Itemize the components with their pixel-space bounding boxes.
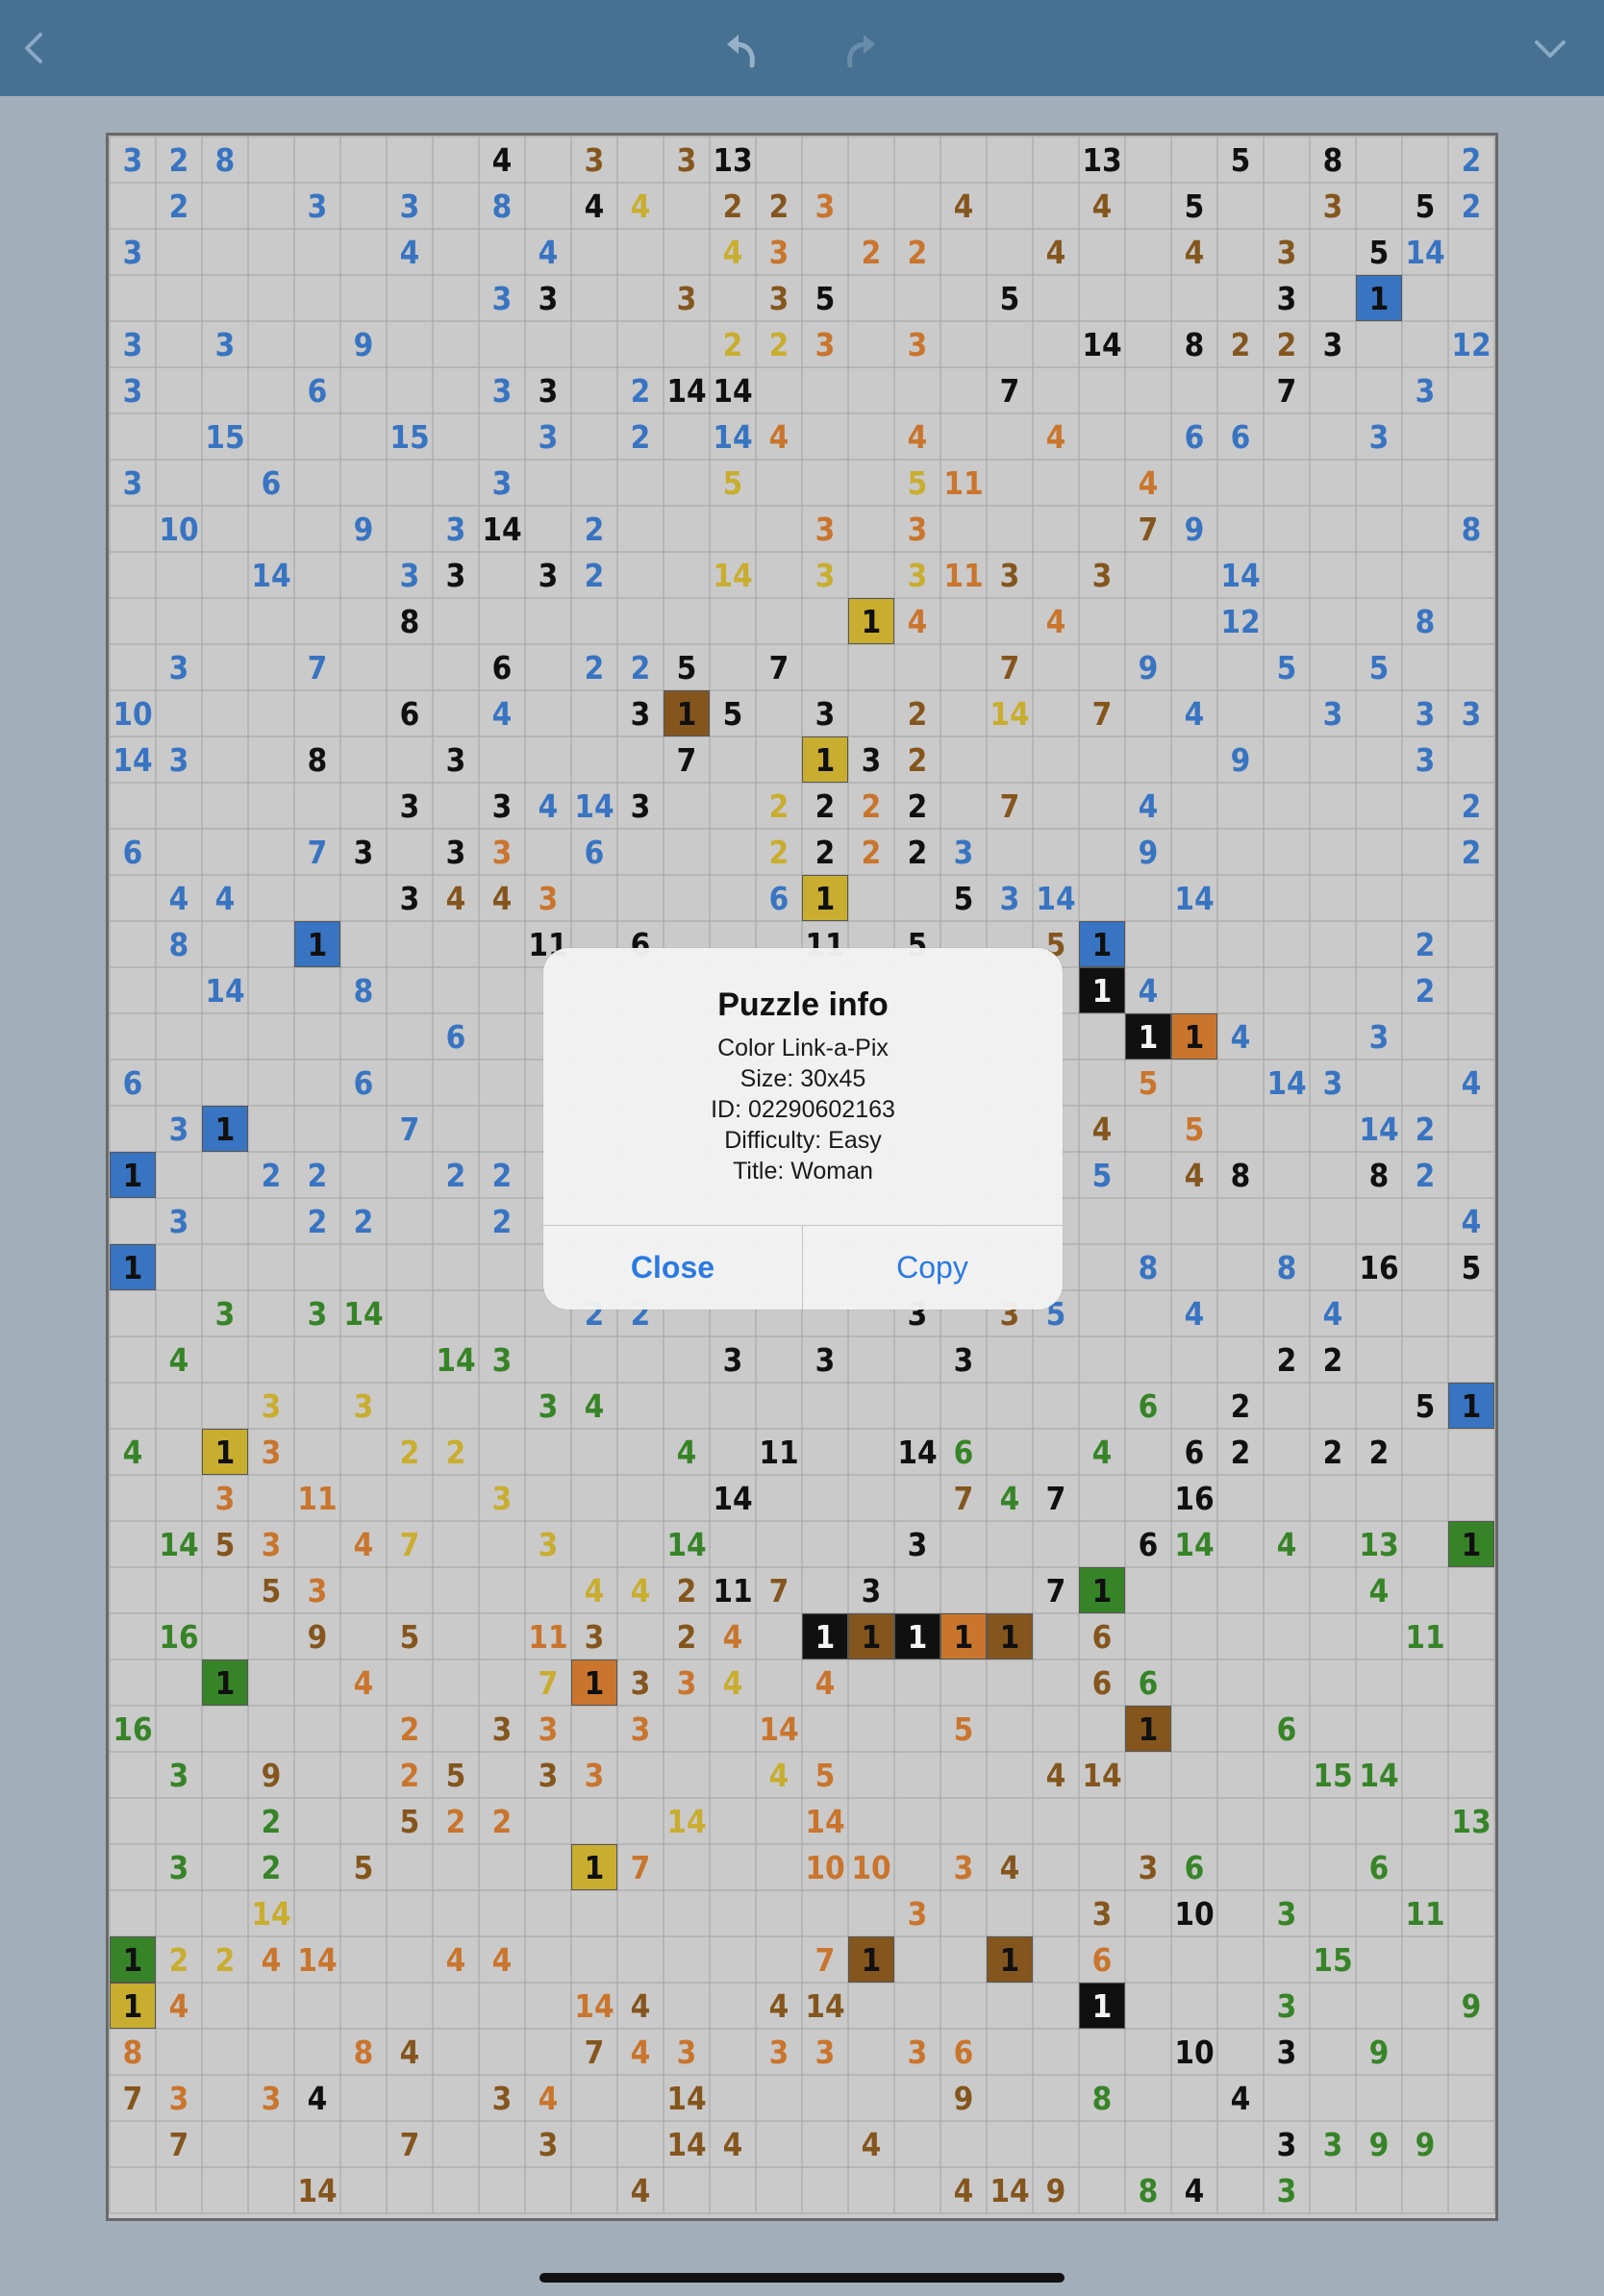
dialog-info-lines: Color Link-a-Pix Size: 30x45 ID: 0229060…: [543, 1033, 1063, 1186]
puzzle-info-dialog: Puzzle info Color Link-a-Pix Size: 30x45…: [543, 948, 1063, 1310]
home-indicator: [539, 2273, 1065, 2283]
puzzle-size-text: Size: 30x45: [739, 1065, 866, 1092]
puzzle-type-text: Color Link-a-Pix: [717, 1035, 889, 1061]
puzzle-title-text: Title: Woman: [733, 1158, 873, 1185]
close-button[interactable]: Close: [543, 1226, 802, 1310]
puzzle-id-text: ID: 02290602163: [711, 1096, 895, 1123]
puzzle-difficulty-text: Difficulty: Easy: [724, 1127, 882, 1154]
dialog-title: Puzzle info: [717, 986, 889, 1023]
copy-button[interactable]: Copy: [803, 1226, 1062, 1310]
